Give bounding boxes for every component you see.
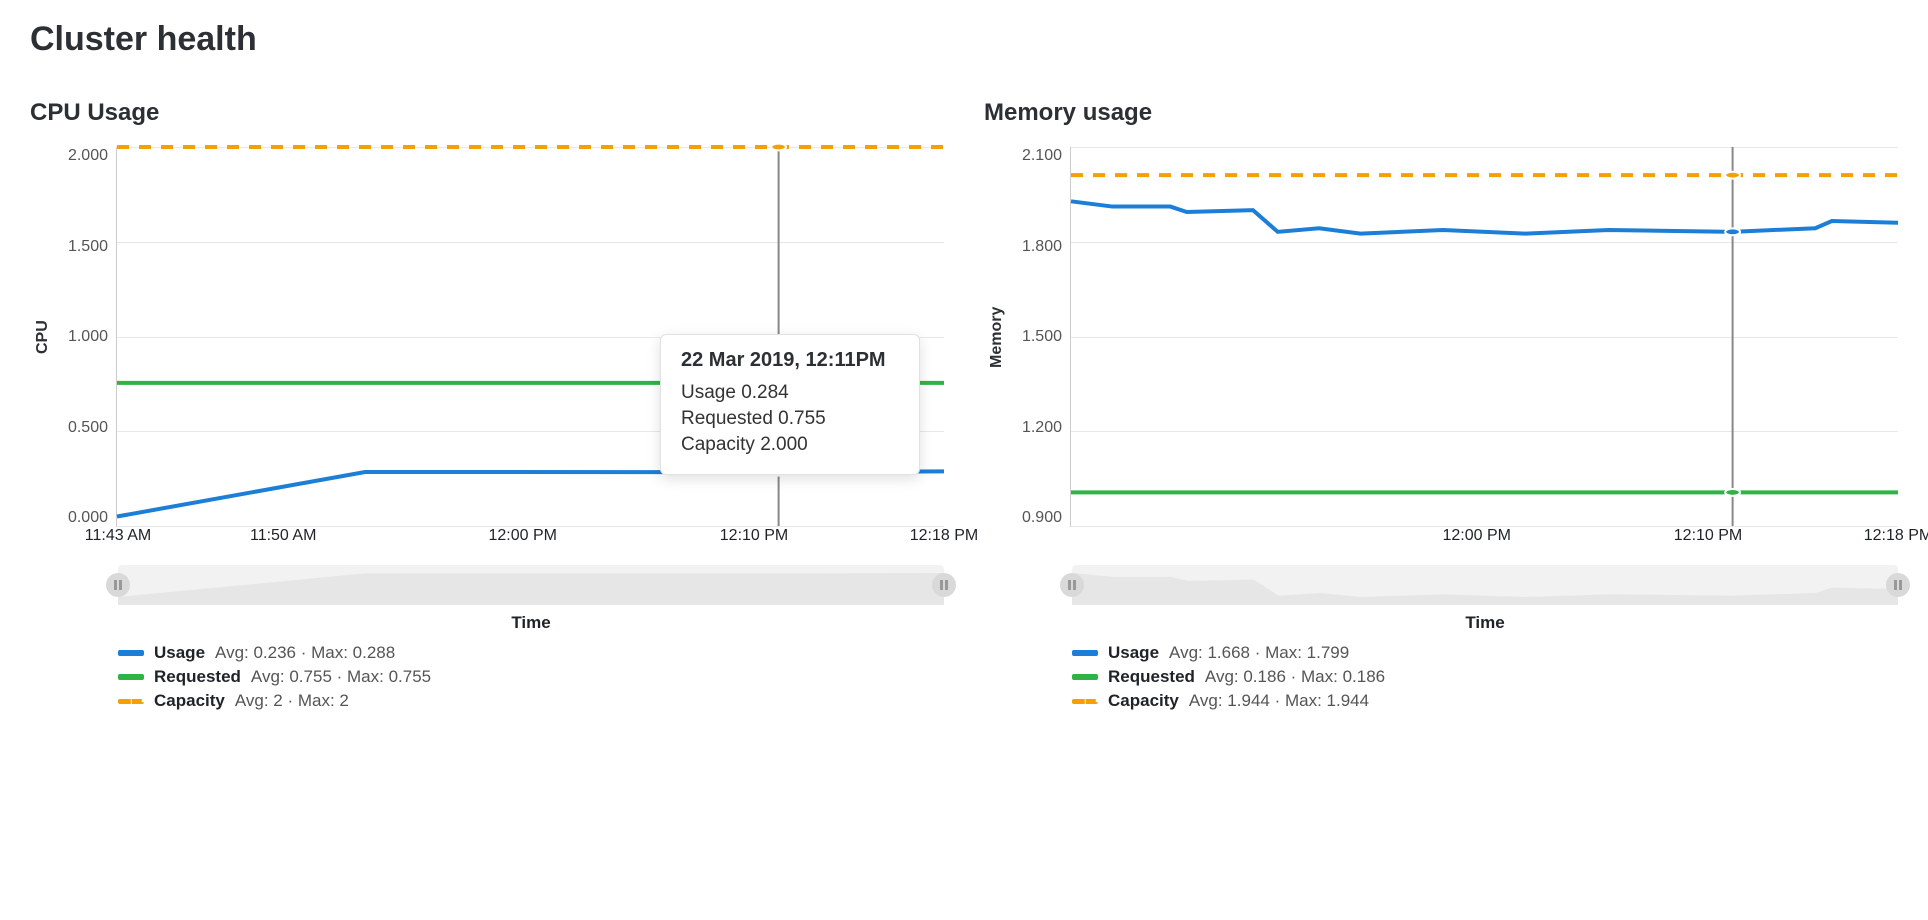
chart-title-cpu: CPU Usage [30, 99, 944, 127]
legend-swatch [1072, 674, 1098, 680]
chart-frame-memory[interactable]: Memory 2.100 1.800 1.500 1.200 0.900 [984, 147, 1898, 527]
time-scrubber-cpu[interactable] [118, 565, 944, 605]
x-axis-label-cpu: Time [118, 613, 944, 633]
page-title: Cluster health [30, 20, 1898, 59]
y-tick: 1.800 [1014, 238, 1062, 256]
y-ticks-cpu: 2.000 1.500 1.000 0.500 0.000 [56, 147, 116, 527]
x-ticks-cpu: 11:43 AM11:50 AM12:00 PM12:10 PM12:18 PM [118, 527, 944, 551]
plot-area-memory[interactable] [1070, 147, 1898, 527]
y-ticks-memory: 2.100 1.800 1.500 1.200 0.900 [1010, 147, 1070, 527]
chart-tooltip: 22 Mar 2019, 12:11PM Usage 0.284 Requeste… [660, 334, 920, 475]
legend-memory: Usage Avg: 1.668 · Max: 1.799 Requested Avg… [1072, 643, 1898, 711]
legend-cpu: Usage Avg: 0.236 · Max: 0.288 Requested Avg… [118, 643, 944, 711]
chart-title-memory: Memory usage [984, 99, 1898, 127]
x-tick: 12:10 PM [1674, 527, 1742, 545]
time-scrubber-memory[interactable] [1072, 565, 1898, 605]
legend-name: Requested [1108, 667, 1195, 687]
legend-swatch [1072, 650, 1098, 656]
y-axis-label-memory: Memory [984, 147, 1010, 527]
legend-name: Capacity [1108, 691, 1179, 711]
legend-name: Capacity [154, 691, 225, 711]
x-tick: 11:43 AM [85, 527, 151, 545]
legend-stats: Avg: 1.944 · Max: 1.944 [1189, 691, 1369, 711]
tooltip-row: Requested 0.755 [681, 408, 899, 430]
y-axis-label-cpu: CPU [30, 147, 56, 527]
x-tick: 12:18 PM [1864, 527, 1928, 545]
y-tick: 1.200 [1014, 419, 1062, 437]
tooltip-title: 22 Mar 2019, 12:11PM [681, 349, 899, 372]
legend-item[interactable]: Requested Avg: 0.755 · Max: 0.755 [118, 667, 944, 687]
y-tick: 0.000 [60, 509, 108, 527]
legend-swatch [118, 650, 144, 656]
legend-item[interactable]: Usage Avg: 0.236 · Max: 0.288 [118, 643, 944, 663]
y-tick: 0.500 [60, 419, 108, 437]
x-axis-label-memory: Time [1072, 613, 1898, 633]
legend-name: Usage [154, 643, 205, 663]
legend-name: Usage [1108, 643, 1159, 663]
legend-stats: Avg: 2 · Max: 2 [235, 691, 349, 711]
x-tick: 12:00 PM [488, 527, 556, 545]
legend-name: Requested [154, 667, 241, 687]
charts-row: CPU Usage CPU 2.0001.5001.0000.5000.000 … [30, 99, 1898, 715]
x-tick: 11:50 AM [250, 527, 316, 545]
legend-stats: Avg: 0.755 · Max: 0.755 [251, 667, 431, 687]
y-tick: 2.100 [1014, 147, 1062, 165]
scrubber-handle-left-cpu[interactable] [106, 573, 130, 597]
chart-panel-cpu: CPU Usage CPU 2.0001.5001.0000.5000.000 … [30, 99, 944, 715]
legend-swatch [1072, 699, 1098, 704]
tooltip-row: Usage 0.284 [681, 382, 899, 404]
scrubber-handle-left-memory[interactable] [1060, 573, 1084, 597]
x-tick: 12:18 PM [910, 527, 978, 545]
y-tick: 2.000 [60, 147, 108, 165]
y-tick: 1.000 [60, 328, 108, 346]
legend-swatch [118, 674, 144, 680]
legend-item[interactable]: Requested Avg: 0.186 · Max: 0.186 [1072, 667, 1898, 687]
tooltip-row: Capacity 2.000 [681, 434, 899, 456]
legend-stats: Avg: 0.186 · Max: 0.186 [1205, 667, 1385, 687]
legend-item[interactable]: Capacity Avg: 1.944 · Max: 1.944 [1072, 691, 1898, 711]
y-tick: 1.500 [1014, 328, 1062, 346]
legend-item[interactable]: Capacity Avg: 2 · Max: 2 [118, 691, 944, 711]
x-tick: 12:00 PM [1442, 527, 1510, 545]
x-ticks-memory: 12:00 PM12:10 PM12:18 PM [1072, 527, 1898, 551]
scrubber-handle-right-cpu[interactable] [932, 573, 956, 597]
legend-item[interactable]: Usage Avg: 1.668 · Max: 1.799 [1072, 643, 1898, 663]
y-tick: 1.500 [60, 238, 108, 256]
x-tick: 12:10 PM [720, 527, 788, 545]
scrubber-handle-right-memory[interactable] [1886, 573, 1910, 597]
y-tick: 0.900 [1014, 509, 1062, 527]
chart-panel-memory: Memory usage Memory 2.100 1.800 1.500 1.200… [984, 99, 1898, 715]
legend-swatch [118, 699, 144, 704]
legend-stats: Avg: 0.236 · Max: 0.288 [215, 643, 395, 663]
legend-stats: Avg: 1.668 · Max: 1.799 [1169, 643, 1349, 663]
